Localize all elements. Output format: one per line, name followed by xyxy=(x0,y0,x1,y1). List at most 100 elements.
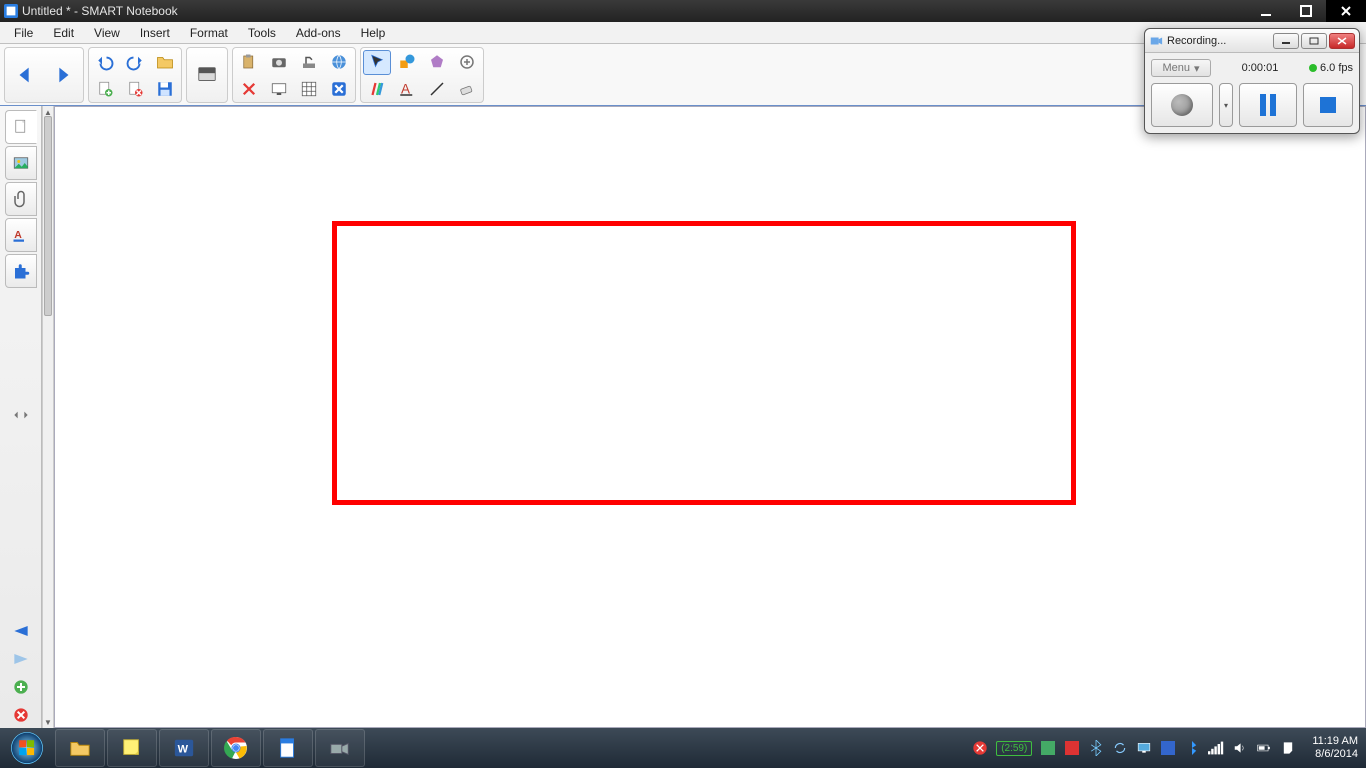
tray-security-icon[interactable] xyxy=(1160,740,1176,756)
dropdown-icon: ▾ xyxy=(1224,101,1228,110)
app-icon xyxy=(4,4,18,18)
taskbar-explorer[interactable] xyxy=(55,729,105,767)
recorder-record-button[interactable] xyxy=(1151,83,1213,127)
gallery-tab[interactable] xyxy=(5,146,37,180)
recorder-minimize-button[interactable] xyxy=(1273,33,1299,49)
svg-text:W: W xyxy=(178,744,189,756)
dropdown-icon: ▾ xyxy=(1194,62,1200,75)
window-maximize-button[interactable] xyxy=(1286,0,1326,22)
tray-alert-icon[interactable] xyxy=(972,740,988,756)
tray-volume-icon[interactable] xyxy=(1232,740,1248,756)
side-next-button[interactable] xyxy=(8,648,34,670)
side-remove-button[interactable] xyxy=(8,704,34,726)
tray-action-center-icon[interactable] xyxy=(1280,740,1296,756)
delete-button[interactable] xyxy=(235,77,263,102)
regular-polygon-button[interactable] xyxy=(423,50,451,75)
shapes-tool-button[interactable] xyxy=(393,50,421,75)
tray-adobe-icon[interactable] xyxy=(1064,740,1080,756)
window-title: Untitled * - SMART Notebook xyxy=(22,4,1246,18)
text-tool-button[interactable]: A xyxy=(393,77,421,102)
attachments-tab[interactable] xyxy=(5,182,37,216)
menu-edit[interactable]: Edit xyxy=(43,24,84,42)
recorder-maximize-button[interactable] xyxy=(1301,33,1327,49)
menu-format[interactable]: Format xyxy=(180,24,238,42)
menu-addons[interactable]: Add-ons xyxy=(286,24,351,42)
tray-network-icon[interactable] xyxy=(1208,740,1224,756)
status-dot-icon xyxy=(1309,64,1317,72)
tray-bluetooth-icon[interactable] xyxy=(1088,740,1104,756)
menu-insert[interactable]: Insert xyxy=(130,24,180,42)
start-button[interactable] xyxy=(0,728,54,768)
menu-file[interactable]: File xyxy=(4,24,43,42)
save-button[interactable] xyxy=(151,77,179,102)
taskbar-recorder[interactable] xyxy=(315,729,365,767)
next-page-button[interactable] xyxy=(45,50,81,100)
window-close-button[interactable] xyxy=(1326,0,1366,22)
magic-pen-button[interactable] xyxy=(453,50,481,75)
delete-page-button[interactable] xyxy=(121,77,149,102)
taskbar-time: 11:19 AM xyxy=(1312,735,1358,748)
menu-tools[interactable]: Tools xyxy=(238,24,286,42)
taskbar-date: 8/6/2014 xyxy=(1312,748,1358,761)
recorder-window[interactable]: Recording... Menu▾ 0:00:01 6.0 fps ▾ xyxy=(1144,28,1360,134)
recorder-pause-button[interactable] xyxy=(1239,83,1297,127)
line-tool-button[interactable] xyxy=(423,77,451,102)
redo-button[interactable] xyxy=(121,50,149,75)
new-page-button[interactable] xyxy=(91,77,119,102)
show-screens-button[interactable] xyxy=(265,77,293,102)
window-minimize-button[interactable] xyxy=(1246,0,1286,22)
tray-sync-icon[interactable] xyxy=(1112,740,1128,756)
taskbar-word[interactable]: W xyxy=(159,729,209,767)
undo-button[interactable] xyxy=(91,50,119,75)
tray-battery[interactable]: (2:59) xyxy=(996,741,1032,756)
canvas[interactable] xyxy=(54,106,1366,728)
taskbar-chrome[interactable] xyxy=(211,729,261,767)
smart-exchange-button[interactable] xyxy=(325,77,353,102)
recorder-stop-button[interactable] xyxy=(1303,83,1353,127)
page-sorter-tab[interactable] xyxy=(5,110,37,144)
taskbar-clock[interactable]: 11:19 AM 8/6/2014 xyxy=(1304,735,1358,761)
paste-button[interactable] xyxy=(235,50,263,75)
properties-tab[interactable]: A xyxy=(5,218,37,252)
addons-tab[interactable] xyxy=(5,254,37,288)
select-tool-button[interactable] xyxy=(363,50,391,75)
record-icon xyxy=(1171,94,1193,116)
tray-monitor-icon[interactable] xyxy=(1136,740,1152,756)
tray-app-icon[interactable] xyxy=(1040,740,1056,756)
scroll-down-icon[interactable]: ▼ xyxy=(43,716,53,728)
open-button[interactable] xyxy=(151,50,179,75)
recorder-record-dropdown[interactable]: ▾ xyxy=(1219,83,1233,127)
tray-power-icon[interactable] xyxy=(1256,740,1272,756)
menu-view[interactable]: View xyxy=(84,24,130,42)
insert-web-button[interactable] xyxy=(325,50,353,75)
side-resize-handle[interactable] xyxy=(8,404,34,426)
eraser-tool-button[interactable] xyxy=(453,77,481,102)
recorder-titlebar[interactable]: Recording... xyxy=(1145,29,1359,53)
taskbar: W (2:59) 11:19 AM 8/6/2014 xyxy=(0,728,1366,768)
insert-table-button[interactable] xyxy=(295,77,323,102)
screen-shade-button[interactable] xyxy=(189,50,225,100)
toolbar-group-tools: A xyxy=(360,47,484,103)
recorder-fps-value: 6.0 fps xyxy=(1320,62,1353,74)
recorder-close-button[interactable] xyxy=(1329,33,1355,49)
main-area: A ▲ ▼ xyxy=(0,106,1366,728)
recorder-title: Recording... xyxy=(1167,35,1271,47)
prev-page-button[interactable] xyxy=(7,50,43,100)
window-titlebar: Untitled * - SMART Notebook xyxy=(0,0,1366,22)
stop-icon xyxy=(1320,97,1336,113)
tray-bluetooth2-icon[interactable] xyxy=(1184,740,1200,756)
capture-button[interactable] xyxy=(265,50,293,75)
document-camera-button[interactable] xyxy=(295,50,323,75)
scroll-thumb[interactable] xyxy=(44,116,52,316)
side-add-button[interactable] xyxy=(8,676,34,698)
page-sorter-scrollbar[interactable]: ▲ ▼ xyxy=(42,106,54,728)
pause-icon xyxy=(1260,94,1276,116)
side-prev-button[interactable] xyxy=(8,620,34,642)
red-rectangle-shape[interactable] xyxy=(332,221,1076,505)
recorder-menu-button[interactable]: Menu▾ xyxy=(1151,59,1211,77)
taskbar-stickynotes[interactable] xyxy=(107,729,157,767)
taskbar-smart-notebook[interactable] xyxy=(263,729,313,767)
menu-help[interactable]: Help xyxy=(351,24,396,42)
side-tab-panel: A xyxy=(0,106,42,728)
pens-button[interactable] xyxy=(363,77,391,102)
